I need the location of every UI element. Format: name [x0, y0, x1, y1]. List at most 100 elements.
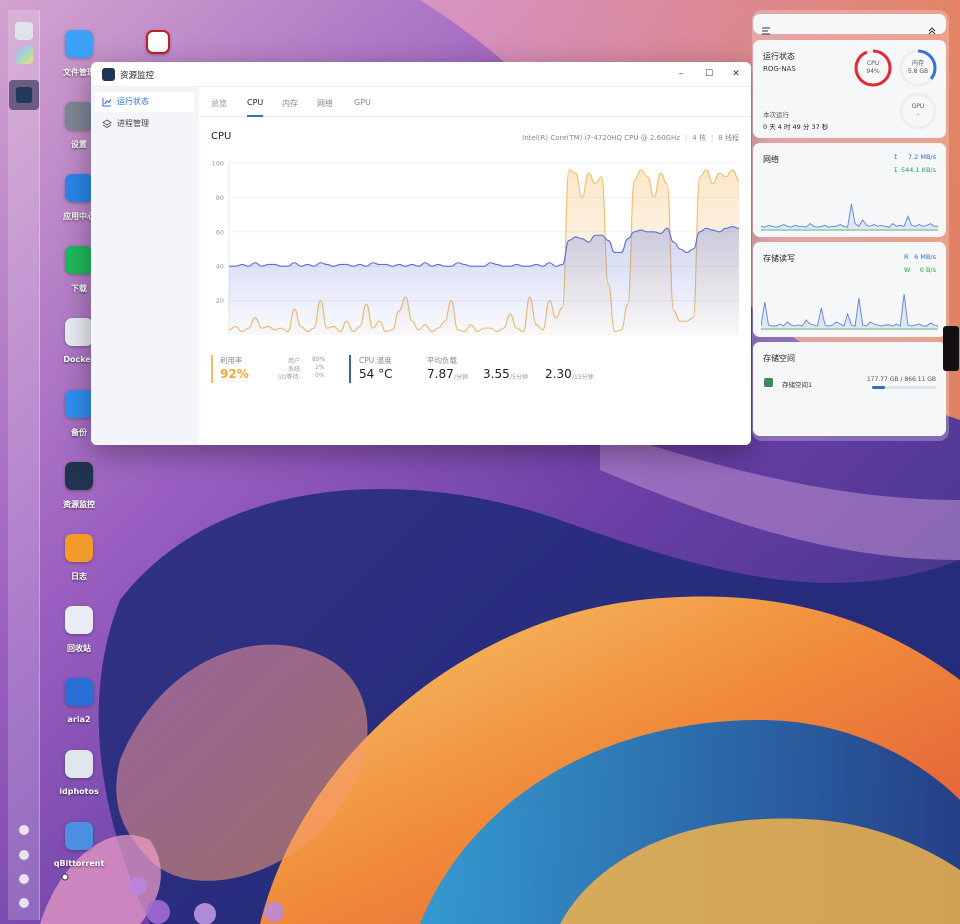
folder-icon — [65, 30, 93, 58]
monitor-icon — [16, 87, 32, 103]
user-icon[interactable] — [19, 874, 29, 884]
resource-monitor-app-icon — [102, 68, 115, 81]
tab-memory[interactable]: 内存 — [282, 98, 298, 117]
io-wait-value: 0% — [315, 372, 325, 379]
storage-title: 存储空间 — [763, 354, 795, 363]
memory-ring-text: 内存 5.8 GB — [898, 60, 938, 76]
cpu-usage-chart: 100 80 60 40 20 — [212, 160, 740, 335]
cpu-ring-value: 94% — [866, 68, 880, 75]
sidebar-item-status[interactable]: 运行状态 — [95, 92, 194, 112]
gear-icon — [65, 102, 93, 130]
load-15m-value: 2.30 — [545, 367, 572, 381]
resource-monitor-window: 资源监控 – ☐ ✕ 运行状态 进程管理 总览 CPU 内存 网络 GPU CP… — [91, 62, 751, 445]
disk-io-sparkline — [761, 293, 938, 330]
store-icon — [65, 174, 93, 202]
disk-io-title: 存储读写 — [763, 254, 795, 263]
tab-network[interactable]: 网络 — [317, 98, 333, 117]
monitor-icon — [65, 462, 93, 490]
storage-volume-name: 存储空间1 — [782, 381, 813, 389]
desktop-icon-installer[interactable] — [128, 30, 188, 54]
disk-write-label: W — [904, 266, 911, 274]
memory-ring-label: 内存 — [911, 60, 924, 67]
y-tick-label: 60 — [216, 228, 224, 236]
desktop-icon-资源监控[interactable]: 资源监控 — [49, 462, 109, 510]
disk-read: 6 MB/s — [914, 253, 936, 261]
tab-overview[interactable]: 总览 — [211, 98, 227, 117]
aria2-icon — [65, 678, 93, 706]
cpu-stats: 利用率 92% 用户: 89% 系统: 2% I/O等待: 0% CPU 温度 … — [199, 355, 751, 415]
io-wait-label: I/O等待: — [278, 374, 301, 381]
system-value: 2% — [315, 364, 325, 371]
sidebar-item-label: 进程管理 — [117, 119, 149, 128]
cpu-ring-label: CPU — [866, 60, 880, 67]
load-5m-value: 3.55 — [483, 367, 510, 381]
backup-icon — [65, 390, 93, 418]
desktop-icon-label: 资源监控 — [63, 500, 95, 509]
notification-icon[interactable] — [19, 850, 29, 860]
power-icon[interactable] — [19, 898, 29, 908]
desktop-icon-label: 日志 — [71, 572, 87, 581]
desktop-icon-qbittorrent[interactable]: qBittorrent — [49, 822, 109, 868]
desktop-icon-idphotos[interactable]: idphotos — [49, 750, 109, 796]
storage-used: 177.77 GB / 866.11 GB — [866, 376, 936, 383]
desktop-icon-label: idphotos — [59, 787, 99, 796]
taskbar-resource-monitor[interactable] — [9, 80, 39, 110]
uptime-label: 本次运行 — [763, 111, 789, 119]
hostname: ROG-NAS — [763, 65, 796, 73]
network-upload-icon: ↥ — [893, 153, 899, 161]
left-dock — [8, 10, 40, 920]
y-tick-label: 100 — [212, 160, 224, 168]
cpu-threads: 8 线程 — [718, 134, 739, 142]
usage-accent-bar — [211, 355, 213, 383]
memory-ring-value: 5.8 GB — [907, 68, 929, 75]
panel-drag-handle[interactable] — [943, 326, 959, 371]
download-icon — [65, 246, 93, 274]
theme-icon[interactable] — [19, 825, 29, 835]
cpu-section-title: CPU — [211, 131, 232, 142]
desktop-icon-aria2[interactable]: aria2 — [49, 678, 109, 724]
cpu-cores: 4 核 — [692, 134, 706, 142]
layers-icon — [102, 119, 112, 129]
widget-toolbar — [753, 14, 946, 35]
uptime-value: 0 天 4 时 49 分 37 秒 — [763, 123, 829, 131]
window-titlebar[interactable]: 资源监控 – ☐ ✕ — [91, 62, 751, 87]
network-upload: 7.2 MB/s — [907, 153, 936, 161]
desktop-icon-回收站[interactable]: 回收站 — [49, 606, 109, 654]
network-download-icon: ↧ — [893, 166, 899, 174]
sidebar-item-label: 运行状态 — [117, 97, 149, 106]
load-5m-unit: /5分钟 — [510, 374, 528, 381]
docker-icon — [65, 318, 93, 346]
window-sidebar: 运行状态 进程管理 — [91, 87, 199, 445]
minimize-button[interactable]: – — [673, 67, 689, 81]
disk-write: 0 B/s — [919, 266, 936, 274]
user-value: 89% — [312, 356, 326, 363]
y-tick-label: 40 — [216, 263, 224, 271]
tab-gpu[interactable]: GPU — [354, 98, 371, 117]
temp-value: 54 °C — [359, 367, 393, 381]
main-panel: 总览 CPU 内存 网络 GPU CPU Intel(R) Core(TM) i… — [199, 87, 751, 445]
show-desktop-icon[interactable] — [15, 22, 33, 40]
storage-widget: 存储空间 存储空间1 177.77 GB / 866.11 GB — [753, 342, 946, 436]
network-title: 网络 — [763, 155, 779, 164]
gpu-ring-text: GPU - — [898, 103, 938, 119]
close-button[interactable]: ✕ — [728, 67, 744, 81]
widget-settings-icon[interactable] — [762, 20, 771, 35]
desktop-icon-label: qBittorrent — [53, 859, 105, 868]
desktop-icon-日志[interactable]: 日志 — [49, 534, 109, 582]
log-icon — [65, 534, 93, 562]
storage-usage-bar — [872, 386, 936, 389]
network-download: 544.1 KB/s — [901, 166, 936, 174]
status-widget: 运行状态 ROG-NAS 本次运行 0 天 4 时 49 分 37 秒 CPU … — [753, 40, 946, 138]
sidebar-item-processes[interactable]: 进程管理 — [95, 114, 194, 134]
cpu-ring-text: CPU 94% — [853, 60, 893, 76]
qbittorrent-icon — [65, 822, 93, 850]
cpu-info: Intel(R) Core(TM) i7-4720HQ CPU @ 2.60GH… — [522, 134, 739, 142]
temp-label: CPU 温度 — [359, 356, 392, 365]
app-launcher-icon[interactable] — [15, 46, 33, 64]
maximize-button[interactable]: ☐ — [701, 67, 717, 81]
network-sparkline — [761, 203, 938, 231]
load-1m-value: 7.87 — [427, 367, 454, 381]
collapse-icon[interactable] — [928, 20, 936, 35]
disk-io-widget: 存储读写 R 6 MB/s W 0 B/s — [753, 242, 946, 337]
tab-cpu[interactable]: CPU — [247, 98, 264, 117]
